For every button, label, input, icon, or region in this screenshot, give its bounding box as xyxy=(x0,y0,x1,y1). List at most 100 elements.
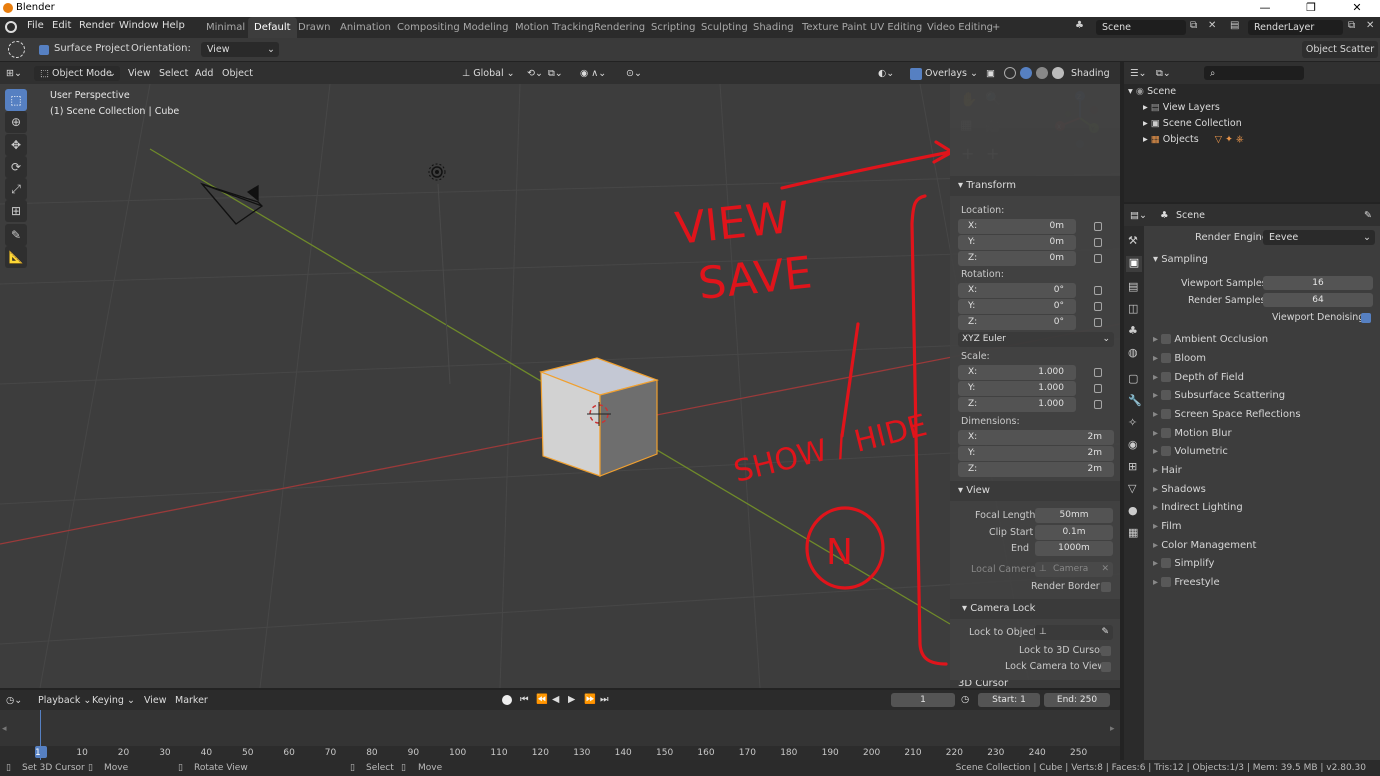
lock-to-3d-cursor-checkbox[interactable] xyxy=(1101,646,1111,656)
physics-tab-icon[interactable]: ◉ xyxy=(1128,438,1138,451)
timeline-body[interactable]: ◂ ▸ 1 10 20 30 40 50 60 70 80 90 100 110 120 130 140 15… xyxy=(0,710,1120,760)
bloom-checkbox[interactable] xyxy=(1161,353,1172,363)
object-scatter-button[interactable]: Object Scatter xyxy=(1302,41,1378,58)
menu-add[interactable]: Add xyxy=(195,66,213,81)
proportional-edit-icon[interactable]: ◉ ∧⌄ xyxy=(580,66,606,81)
mode-dropdown[interactable]: ⬚ Object Mode ⌄ xyxy=(34,66,120,81)
marker-menu[interactable]: Marker xyxy=(175,693,208,708)
menu-file[interactable]: File xyxy=(27,20,44,31)
lock-icon[interactable] xyxy=(1094,222,1102,231)
tab-minimal[interactable]: Minimal xyxy=(200,17,251,38)
jump-start-icon[interactable]: ⏮ xyxy=(520,692,529,707)
lock-icon[interactable] xyxy=(1094,318,1102,327)
3d-cursor-section-header[interactable]: 3D Cursor xyxy=(950,680,1120,688)
pivot-icon[interactable]: ⟲⌄ xyxy=(527,66,543,81)
tab-drawn[interactable]: Drawn xyxy=(292,17,336,38)
lock-to-object-field[interactable]: ⊥ ✎ xyxy=(1035,625,1113,640)
clear-icon[interactable]: ✕ xyxy=(1101,562,1109,577)
tool-tab-icon[interactable]: ⚒ xyxy=(1128,234,1138,247)
editor-type-icon[interactable]: ⊞⌄ xyxy=(6,66,22,81)
motion-blur-checkbox[interactable] xyxy=(1161,428,1172,438)
panel-indirect-lighting[interactable]: ▸ Indirect Lighting xyxy=(1153,502,1243,513)
lock-icon[interactable] xyxy=(1094,400,1102,409)
lock-icon[interactable] xyxy=(1094,368,1102,377)
panel-color-management[interactable]: ▸ Color Management xyxy=(1153,540,1256,551)
constraints-tab-icon[interactable]: ⊞ xyxy=(1128,460,1137,473)
menu-object[interactable]: Object xyxy=(222,66,253,81)
location-y-field[interactable]: Y: 0m xyxy=(958,235,1076,250)
menu-window[interactable]: Window xyxy=(119,20,158,31)
xray-icon[interactable]: ▣ xyxy=(986,66,995,81)
viewport-denoising-checkbox[interactable] xyxy=(1361,313,1371,323)
simplify-checkbox[interactable] xyxy=(1161,558,1172,568)
panel-shadows[interactable]: ▸ Shadows xyxy=(1153,484,1206,495)
lock-icon[interactable] xyxy=(1094,302,1102,311)
jump-keyframe-back-icon[interactable]: ⏪ xyxy=(536,692,548,707)
panel-film[interactable]: ▸ Film xyxy=(1153,521,1182,532)
tab-shading[interactable]: Shading xyxy=(747,17,800,38)
tab-rendering[interactable]: Rendering xyxy=(588,17,651,38)
gizmo-icon[interactable]: ⊙⌄ xyxy=(626,66,642,81)
panel-hair[interactable]: ▸ Hair xyxy=(1153,465,1182,476)
menu-select[interactable]: Select xyxy=(159,66,188,81)
menu-edit[interactable]: Edit xyxy=(52,20,71,31)
solid-shading-icon[interactable] xyxy=(1020,67,1032,79)
depth-of-field-checkbox[interactable] xyxy=(1161,372,1172,382)
texture-tab-icon[interactable]: ▦ xyxy=(1128,526,1138,539)
dimensions-x-field[interactable]: X: 2m xyxy=(958,430,1114,445)
scroll-left-icon[interactable]: ◂ xyxy=(2,724,7,734)
tab-texture-paint[interactable]: Texture Paint xyxy=(796,17,873,38)
panel-simplify[interactable]: ▸ Simplify xyxy=(1153,558,1214,569)
cursor-tool-icon[interactable] xyxy=(8,41,25,58)
camera-lock-section-header[interactable]: ▾ Camera Lock xyxy=(950,599,1120,619)
add-workspace-button[interactable]: + xyxy=(986,17,1006,38)
rotation-x-field[interactable]: X: 0° xyxy=(958,283,1076,298)
clip-end-field[interactable]: 1000m xyxy=(1035,541,1113,556)
panel-bloom[interactable]: ▸ Bloom xyxy=(1153,353,1206,364)
remove-layer-icon[interactable]: ✕ xyxy=(1366,20,1374,31)
tab-compositing[interactable]: Compositing xyxy=(391,17,466,38)
visibility-icon[interactable]: ◐⌄ xyxy=(878,66,894,81)
close-window-button[interactable]: ✕ xyxy=(1334,0,1380,17)
timeline-editor-icon[interactable]: ◷⌄ xyxy=(6,693,22,708)
local-camera-field[interactable]: ⊥ Camera ✕ xyxy=(1035,562,1113,577)
transform-section-header[interactable]: ▾ Transform xyxy=(950,176,1120,196)
particles-tab-icon[interactable]: ✧ xyxy=(1128,416,1137,429)
playback-menu[interactable]: Playback ⌄ xyxy=(38,693,91,708)
render-tab-icon[interactable]: ▣ xyxy=(1126,256,1142,272)
end-frame-field[interactable]: End: 250 xyxy=(1044,693,1110,707)
view-section-header[interactable]: ▾ View xyxy=(950,481,1120,501)
modifier-tab-icon[interactable]: 🔧 xyxy=(1128,394,1142,407)
menu-help[interactable]: Help xyxy=(162,20,185,31)
viewport-samples-field[interactable]: 16 xyxy=(1263,276,1373,290)
subsurface-scattering-checkbox[interactable] xyxy=(1161,390,1172,400)
dimensions-z-field[interactable]: Z: 2m xyxy=(958,462,1114,477)
render-border-checkbox[interactable] xyxy=(1101,582,1111,592)
tab-scripting[interactable]: Scripting xyxy=(645,17,701,38)
scale-x-field[interactable]: X: 1.000 xyxy=(958,365,1076,380)
ambient-occlusion-checkbox[interactable] xyxy=(1161,334,1172,344)
render-layer-field[interactable]: RenderLayer xyxy=(1248,20,1343,35)
shading-dropdown[interactable]: Shading ⌄ xyxy=(1071,66,1120,94)
outliner-search-input[interactable]: ⌕ xyxy=(1204,66,1304,80)
scale-y-field[interactable]: Y: 1.000 xyxy=(958,381,1076,396)
data-tab-icon[interactable]: ▽ xyxy=(1128,482,1136,495)
location-x-field[interactable]: X: 0m xyxy=(958,219,1076,234)
world-tab-icon[interactable]: ◍ xyxy=(1128,346,1138,359)
render-engine-dropdown[interactable]: Eevee ⌄ xyxy=(1263,230,1375,245)
output-tab-icon[interactable]: ▤ xyxy=(1128,280,1138,293)
scene-field[interactable]: Scene xyxy=(1096,20,1186,35)
snap-icon[interactable]: ⧉⌄ xyxy=(548,66,563,81)
tab-motion-tracking[interactable]: Motion Tracking xyxy=(509,17,600,38)
expand-icon[interactable]: ▸ xyxy=(1143,134,1151,145)
minimize-button[interactable]: — xyxy=(1242,0,1288,17)
eyedropper-icon[interactable]: ✎ xyxy=(1101,625,1109,640)
expand-icon[interactable]: ▸ xyxy=(1143,102,1151,113)
timeline-view-menu[interactable]: View xyxy=(144,693,167,708)
tab-default[interactable]: Default xyxy=(248,17,297,38)
lock-icon[interactable] xyxy=(1094,238,1102,247)
jump-keyframe-forward-icon[interactable]: ⏩ xyxy=(584,692,596,707)
new-layer-icon[interactable]: ⧉ xyxy=(1348,20,1355,31)
screen-space-reflections-checkbox[interactable] xyxy=(1161,409,1172,419)
start-frame-field[interactable]: Start: 1 xyxy=(978,693,1040,707)
